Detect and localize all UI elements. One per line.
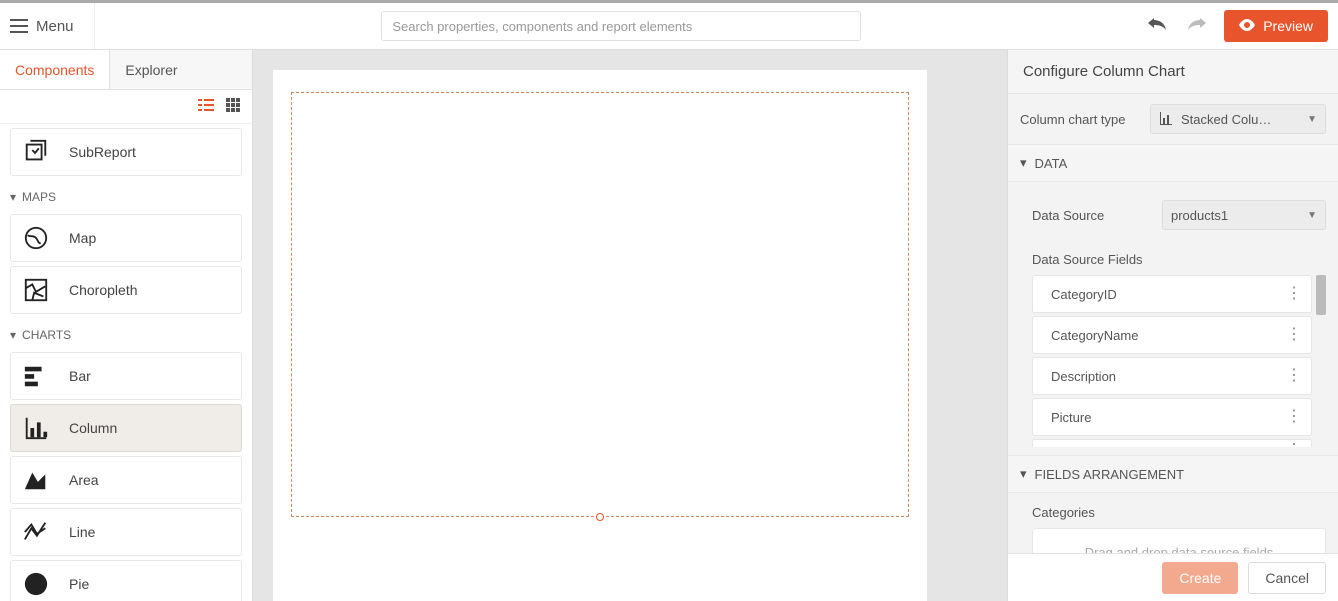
component-column[interactable]: Column	[10, 404, 242, 452]
drop-hint: Drag and drop data source fields	[1085, 545, 1274, 554]
categories-drop-zone[interactable]: Drag and drop data source fields	[1032, 528, 1326, 553]
menu-label: Menu	[36, 18, 74, 35]
caret-down-icon: ▾	[1020, 155, 1027, 171]
more-icon[interactable]: ⋮	[1286, 439, 1301, 447]
tab-label: Components	[15, 62, 94, 78]
main-menu-button[interactable]: Menu	[10, 3, 95, 49]
subreport-icon	[21, 137, 51, 167]
section-title: DATA	[1035, 156, 1068, 171]
component-bar[interactable]: Bar	[10, 352, 242, 400]
chart-placeholder[interactable]	[291, 92, 909, 517]
data-source-label: Data Source	[1032, 208, 1152, 223]
preview-label: Preview	[1263, 18, 1313, 34]
more-icon[interactable]: ⋮	[1286, 409, 1301, 425]
group-charts[interactable]: ▾ CHARTS	[0, 318, 252, 348]
area-chart-icon	[21, 465, 51, 495]
section-data[interactable]: ▾ DATA	[1008, 144, 1338, 182]
design-canvas[interactable]: ▸	[253, 50, 1007, 601]
column-chart-icon	[1159, 111, 1173, 128]
components-panel: Components Explorer SubReport ▾	[0, 50, 253, 601]
bar-chart-icon	[21, 361, 51, 391]
chevron-down-icon: ▼	[1307, 210, 1317, 221]
component-label: SubReport	[69, 144, 136, 160]
report-page[interactable]	[273, 70, 927, 601]
field-item[interactable]: ⋮	[1032, 439, 1312, 447]
dropdown-value: Stacked Colu…	[1181, 112, 1299, 127]
fields-label: Data Source Fields	[1032, 240, 1326, 275]
component-label: Line	[69, 524, 95, 540]
choropleth-icon	[21, 275, 51, 305]
component-label: Map	[69, 230, 96, 246]
component-map[interactable]: Map	[10, 214, 242, 262]
component-label: Column	[69, 420, 117, 436]
globe-icon	[21, 223, 51, 253]
chevron-down-icon: ▼	[1307, 114, 1317, 125]
tab-explorer[interactable]: Explorer	[110, 50, 192, 89]
field-item[interactable]: Description ⋮	[1032, 357, 1312, 395]
component-line[interactable]: Line	[10, 508, 242, 556]
group-maps[interactable]: ▾ MAPS	[0, 180, 252, 210]
field-name: CategoryName	[1051, 328, 1138, 343]
redo-button[interactable]	[1186, 18, 1206, 35]
field-name: CategoryID	[1051, 287, 1117, 302]
more-icon[interactable]: ⋮	[1286, 368, 1301, 384]
configure-panel: Configure Column Chart Column chart type…	[1007, 50, 1338, 601]
column-chart-icon	[21, 413, 51, 443]
create-button[interactable]: Create	[1162, 562, 1238, 594]
panel-title: Configure Column Chart	[1008, 50, 1338, 94]
resize-handle[interactable]	[596, 513, 604, 521]
dropdown-value: products1	[1171, 208, 1299, 223]
preview-button[interactable]: Preview	[1224, 10, 1328, 42]
grid-view-button[interactable]	[226, 98, 240, 115]
group-title: CHARTS	[22, 328, 71, 342]
caret-down-icon: ▾	[10, 328, 16, 342]
field-item[interactable]: CategoryName ⋮	[1032, 316, 1312, 354]
line-chart-icon	[21, 517, 51, 547]
eye-icon	[1239, 18, 1255, 34]
section-fields-arrangement[interactable]: ▾ FIELDS ARRANGEMENT	[1008, 455, 1338, 493]
caret-down-icon: ▾	[10, 190, 16, 204]
field-name: Picture	[1051, 410, 1091, 425]
component-choropleth[interactable]: Choropleth	[10, 266, 242, 314]
field-item[interactable]: Picture ⋮	[1032, 398, 1312, 436]
caret-down-icon: ▾	[1020, 466, 1027, 482]
search-input[interactable]	[381, 11, 861, 41]
list-view-button[interactable]	[198, 99, 214, 114]
tab-label: Explorer	[125, 62, 177, 78]
component-label: Bar	[69, 368, 91, 384]
more-icon[interactable]: ⋮	[1286, 286, 1301, 302]
categories-label: Categories	[1032, 501, 1326, 528]
scrollbar-thumb[interactable]	[1316, 275, 1326, 315]
hamburger-icon	[10, 19, 28, 33]
field-item[interactable]: CategoryID ⋮	[1032, 275, 1312, 313]
cancel-button[interactable]: Cancel	[1248, 562, 1326, 594]
section-title: FIELDS ARRANGEMENT	[1035, 467, 1185, 482]
component-label: Area	[69, 472, 99, 488]
component-label: Pie	[69, 576, 89, 592]
component-subreport[interactable]: SubReport	[10, 128, 242, 176]
group-title: MAPS	[22, 190, 56, 204]
chart-type-dropdown[interactable]: Stacked Colu… ▼	[1150, 104, 1326, 134]
chart-type-label: Column chart type	[1020, 112, 1140, 127]
undo-button[interactable]	[1148, 18, 1168, 35]
data-source-dropdown[interactable]: products1 ▼	[1162, 200, 1326, 230]
component-pie[interactable]: Pie	[10, 560, 242, 601]
component-area[interactable]: Area	[10, 456, 242, 504]
tab-components[interactable]: Components	[0, 50, 110, 89]
field-name: Description	[1051, 369, 1116, 384]
more-icon[interactable]: ⋮	[1286, 327, 1301, 343]
pie-chart-icon	[21, 569, 51, 599]
component-label: Choropleth	[69, 282, 138, 298]
